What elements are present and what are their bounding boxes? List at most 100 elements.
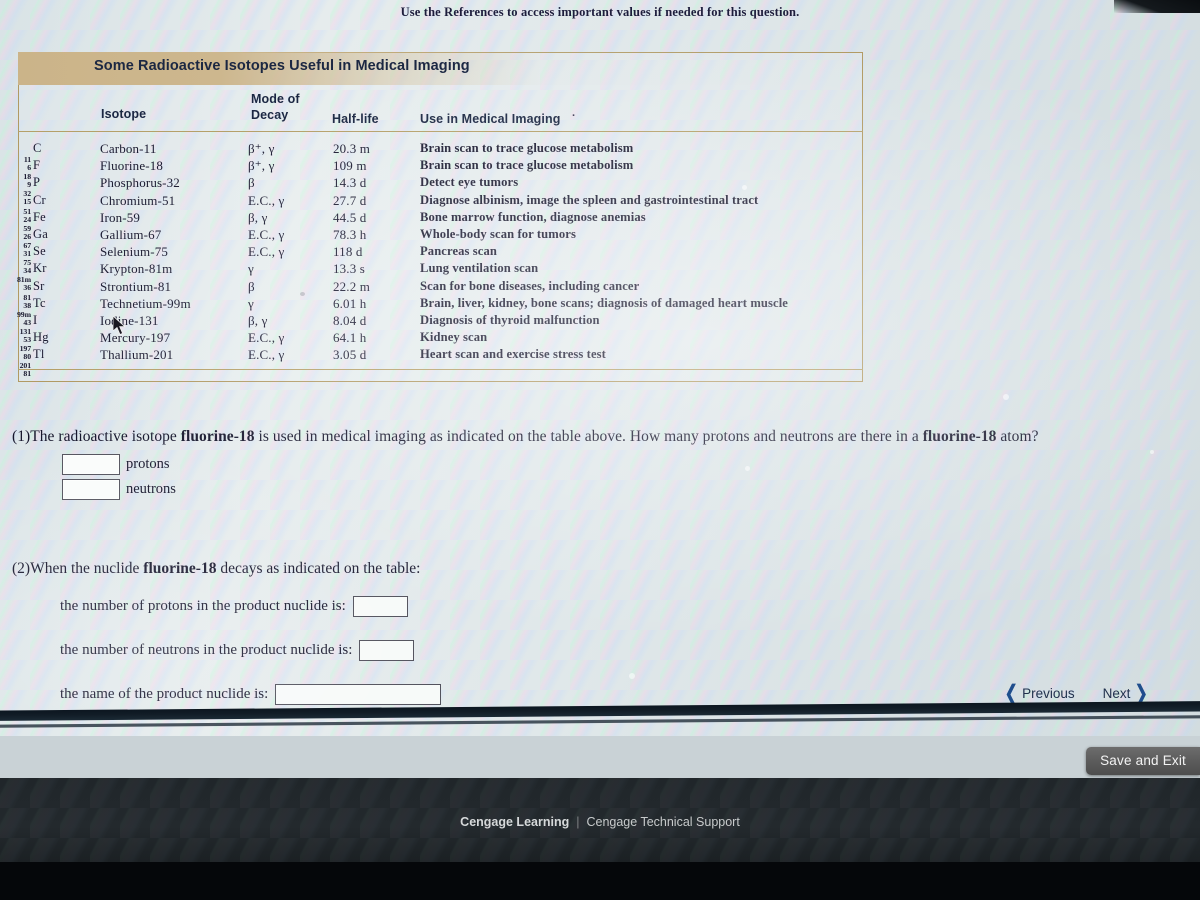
isotope-symbol: 51 24 Cr xyxy=(23,192,46,224)
isotope-name: Carbon-11 xyxy=(100,141,157,156)
isotope-name: Krypton-81m xyxy=(100,261,173,277)
isotope-half-life: 109 m xyxy=(333,158,367,174)
isotope-name: Iron-59 xyxy=(100,209,141,225)
table-row: 81m 36 Kr Krypton-81m γ 13.3 s Lung ventilatio… xyxy=(0,260,845,293)
reflection-ghost-text xyxy=(0,884,1200,900)
isotope-medical-use: Brain scan to trace glucose metabolism xyxy=(420,158,634,173)
table-row: 99m 43 Tc Technetium-99m γ 6.01 h Brain, liver… xyxy=(0,295,845,327)
photo-speck xyxy=(742,185,747,190)
isotope-half-life: 22.2 m xyxy=(333,278,371,294)
question-2-text-b: decays as indicated on the table: xyxy=(216,560,421,577)
isotope-name: Selenium-75 xyxy=(100,244,169,260)
isotope-half-life: 27.7 d xyxy=(333,192,367,208)
footer-separator: | xyxy=(576,815,580,829)
table-header-rule xyxy=(18,131,863,132)
table-bottom-rule xyxy=(18,369,863,370)
isotope-mode-of-decay: β⁺, γ xyxy=(248,141,275,156)
isotope-mode-of-decay: β xyxy=(248,175,255,191)
isotope-name: Iodine-131 xyxy=(100,312,159,328)
question-2-neutrons-row: the number of neutrons in the product nu… xyxy=(60,640,415,661)
isotope-half-life: 118 d xyxy=(333,244,363,260)
isotope-half-life: 78.3 h xyxy=(333,226,367,242)
protons-input[interactable] xyxy=(62,454,120,475)
question-2-bold-a: fluorine-18 xyxy=(143,560,217,577)
isotope-half-life: 64.1 h xyxy=(333,330,367,346)
isotope-mode-of-decay: γ xyxy=(248,261,254,277)
protons-label: protons xyxy=(126,456,170,472)
question-1-neutrons-row: neutrons xyxy=(62,479,176,500)
isotope-medical-use: Pancreas scan xyxy=(420,244,497,259)
next-label: Next xyxy=(1102,686,1131,701)
footer-brand-link[interactable]: Cengage Learning xyxy=(460,815,569,829)
question-1-text-b: is used in medical imaging as indicated … xyxy=(254,428,923,445)
isotope-medical-use: Detect eye tumors xyxy=(420,175,519,190)
question-2-text-a: When the nuclide xyxy=(30,560,144,577)
isotope-name: Chromium-51 xyxy=(100,192,176,208)
isotope-symbol: 81m 36 Kr xyxy=(17,261,47,293)
isotope-name: Gallium-67 xyxy=(100,226,162,242)
isotope-medical-use: Lung ventilation scan xyxy=(420,261,539,276)
question-1-number: (1) xyxy=(12,428,31,445)
column-header-use: Use in Medical Imaging xyxy=(420,112,561,126)
isotope-mode-of-decay: E.C., γ xyxy=(248,244,285,260)
question-1-text-c: atom? xyxy=(996,428,1039,445)
column-header-half-life: Half-life xyxy=(332,112,379,126)
table-row: 59 26 Fe Iron-59 β, γ 44.5 d Bone marrow funct… xyxy=(0,209,845,241)
isotope-half-life: 14.3 d xyxy=(333,175,367,191)
column-header-mode-line2: Decay xyxy=(251,108,289,122)
isotope-symbol: 67 31 Ga xyxy=(23,226,48,258)
question-2-name-row: the name of the product nuclide is: xyxy=(60,684,442,705)
isotope-medical-use: Brain, liver, kidney, bone scans; diagno… xyxy=(420,295,788,310)
question-2-number: (2) xyxy=(12,560,31,577)
isotope-symbol: 197 80 Hg xyxy=(19,330,49,362)
column-header-isotope: Isotope xyxy=(101,107,147,121)
table-row: 11 6 C Carbon-11 β⁺, γ 20.3 m Brain scan to tr… xyxy=(0,140,845,172)
photo-speck xyxy=(1150,450,1154,454)
isotope-mode-of-decay: β, γ xyxy=(248,209,268,225)
isotope-mode-of-decay: β xyxy=(248,278,255,294)
table-row: 67 31 Ga Gallium-67 E.C., γ 78.3 h Whole-body … xyxy=(0,226,845,258)
question-1-text-a: The radioactive isotope xyxy=(30,428,181,445)
neutrons-input[interactable] xyxy=(62,479,120,500)
previous-label: Previous xyxy=(1022,686,1075,701)
isotope-medical-use: Heart scan and exercise stress test xyxy=(420,347,606,362)
figure-title: Some Radioactive Isotopes Useful in Medi… xyxy=(94,58,470,74)
column-header-mode-line1: Mode of xyxy=(251,92,300,106)
figure-speck-mark: · xyxy=(572,110,576,122)
product-protons-input[interactable] xyxy=(352,596,408,617)
isotope-symbol: 201 81 Tl xyxy=(19,347,45,379)
table-row: 51 24 Cr Chromium-51 E.C., γ 27.7 d Diagnose a… xyxy=(0,192,845,224)
monitor-photo: Use the References to access important v… xyxy=(0,0,1200,900)
isotope-symbol: 59 26 Fe xyxy=(23,209,46,241)
reference-note: Use the References to access important v… xyxy=(400,5,800,19)
question-1-bold-a: fluorine-18 xyxy=(180,428,255,445)
isotope-name: Thallium-201 xyxy=(100,347,174,363)
isotope-half-life: 13.3 s xyxy=(333,261,365,277)
isotope-symbol: 75 34 Se xyxy=(23,244,46,276)
table-row: 75 34 Se Selenium-75 E.C., γ 118 d Pancreas sc… xyxy=(0,243,845,276)
isotope-symbol: 81 38 Sr xyxy=(23,278,45,310)
isotope-half-life: 20.3 m xyxy=(333,141,371,156)
product-name-input[interactable] xyxy=(275,684,442,705)
isotope-half-life: 44.5 d xyxy=(333,209,367,225)
isotope-medical-use: Brain scan to trace glucose metabolism xyxy=(420,141,634,155)
photo-speck xyxy=(300,292,305,296)
isotope-mode-of-decay: β⁺, γ xyxy=(248,158,275,174)
photo-speck xyxy=(1003,394,1009,400)
table-row: 81 38 Sr Strontium-81 β 22.2 m Scan for bone d… xyxy=(0,278,845,310)
previous-button[interactable]: ❬ Previous xyxy=(1002,683,1074,704)
isotope-symbol: 18 9 F xyxy=(23,158,41,190)
save-and-exit-button[interactable]: Save and Exit xyxy=(1086,747,1200,775)
isotope-name: Technetium-99m xyxy=(100,295,191,311)
monitor-edge-corner xyxy=(1114,0,1200,13)
column-header-mode-of-decay: Mode of Decay xyxy=(251,91,300,123)
footer-support-link[interactable]: Cengage Technical Support xyxy=(586,815,739,829)
neutrons-label: neutrons xyxy=(126,481,176,497)
isotope-half-life: 8.04 d xyxy=(333,312,367,328)
isotope-name: Strontium-81 xyxy=(100,278,172,294)
product-neutrons-input[interactable] xyxy=(359,640,415,661)
isotope-medical-use: Bone marrow function, diagnose anemias xyxy=(420,209,646,224)
question-2-protons-label: the number of protons in the product nuc… xyxy=(60,598,346,614)
isotope-name: Mercury-197 xyxy=(100,330,171,346)
table-row: 32 15 P Phosphorus-32 β 14.3 d Detect eye tumo… xyxy=(0,174,845,206)
